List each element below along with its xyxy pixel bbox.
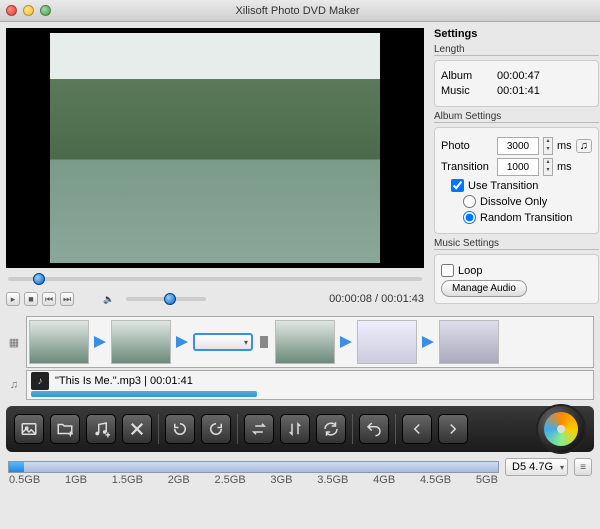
manage-audio-button[interactable]: Manage Audio [441, 280, 527, 297]
transition-icon[interactable] [419, 320, 437, 364]
svg-text:+: + [68, 430, 73, 439]
transition-stepper[interactable]: ▴▾ [543, 158, 553, 176]
audio-strip-icon: ♫ [6, 379, 22, 391]
thumbnail-selected[interactable] [193, 333, 253, 351]
dissolve-only-radio[interactable] [463, 195, 476, 208]
thumbnail[interactable] [111, 320, 171, 364]
more-options-button[interactable]: ≡ [574, 458, 592, 476]
close-window-button[interactable] [6, 5, 17, 16]
refresh-button[interactable] [316, 414, 346, 444]
add-music-button[interactable]: + [86, 414, 116, 444]
move-right-button[interactable] [438, 414, 468, 444]
thumbnail[interactable] [275, 320, 335, 364]
transition-icon[interactable] [255, 320, 273, 364]
swap-button[interactable] [244, 414, 274, 444]
audio-duration-bar [31, 391, 257, 397]
play-button[interactable]: ▸ [6, 292, 20, 306]
usage-ticks: 0.5GB1GB1.5GB2GB2.5GB3GB3.5GB4GB4.5GB5GB [9, 474, 498, 486]
music-length-value: 00:01:41 [497, 85, 592, 97]
loop-label: Loop [458, 265, 482, 277]
move-left-button[interactable] [402, 414, 432, 444]
undo-button[interactable] [359, 414, 389, 444]
audio-filename: "This Is Me.".mp3 | 00:01:41 [55, 375, 193, 387]
thumbnail[interactable] [29, 320, 89, 364]
minimize-window-button[interactable] [23, 5, 34, 16]
audio-file-icon: ♪ [31, 372, 49, 390]
mute-button[interactable]: 🔈 [102, 292, 116, 306]
music-note-icon[interactable]: ♫ [576, 139, 592, 153]
dissolve-only-label: Dissolve Only [480, 196, 547, 208]
settings-heading: Settings [434, 28, 599, 40]
music-length-label: Music [441, 85, 493, 97]
sort-button[interactable] [280, 414, 310, 444]
toolbar: + + [6, 406, 594, 452]
album-settings-label: Album Settings [434, 111, 599, 123]
delete-button[interactable] [122, 414, 152, 444]
add-photo-button[interactable] [14, 414, 44, 444]
transition-duration-input[interactable] [497, 158, 539, 176]
next-button[interactable]: ⏭ [60, 292, 74, 306]
prev-button[interactable]: ⏮ [42, 292, 56, 306]
svg-text:+: + [106, 430, 111, 438]
loop-checkbox[interactable] [441, 264, 454, 277]
stop-button[interactable]: ■ [24, 292, 38, 306]
video-preview [6, 28, 424, 268]
photo-duration-input[interactable] [497, 137, 539, 155]
use-transition-checkbox[interactable] [451, 179, 464, 192]
volume-slider[interactable] [126, 297, 206, 301]
transition-icon[interactable] [337, 320, 355, 364]
thumbnail[interactable] [357, 320, 417, 364]
ms-label: ms [557, 140, 572, 152]
titlebar: Xilisoft Photo DVD Maker [0, 0, 600, 22]
rotate-cw-button[interactable] [201, 414, 231, 444]
ms-label-2: ms [557, 161, 572, 173]
disc-usage-bar: 0.5GB1GB1.5GB2GB2.5GB3GB3.5GB4GB4.5GB5GB [8, 461, 499, 473]
music-settings-label: Music Settings [434, 238, 599, 250]
thumbnail[interactable] [439, 320, 499, 364]
photo-stepper[interactable]: ▴▾ [543, 137, 553, 155]
rotate-ccw-button[interactable] [165, 414, 195, 444]
use-transition-label: Use Transition [468, 180, 538, 192]
photo-timeline[interactable] [26, 316, 594, 368]
photo-strip-icon: ▦ [6, 336, 22, 349]
transition-icon[interactable] [173, 320, 191, 364]
random-transition-label: Random Transition [480, 212, 572, 224]
album-length-value: 00:00:47 [497, 70, 592, 82]
album-length-label: Album [441, 70, 493, 82]
random-transition-radio[interactable] [463, 211, 476, 224]
burn-disc-button[interactable] [536, 404, 586, 454]
add-folder-button[interactable]: + [50, 414, 80, 444]
transition-icon[interactable] [91, 320, 109, 364]
disc-type-select[interactable]: D5 4.7G [505, 458, 568, 476]
window-title: Xilisoft Photo DVD Maker [51, 5, 544, 17]
seek-slider[interactable] [8, 277, 422, 281]
audio-timeline[interactable]: ♪ "This Is Me.".mp3 | 00:01:41 [26, 370, 594, 400]
zoom-window-button[interactable] [40, 5, 51, 16]
photo-duration-label: Photo [441, 140, 493, 152]
timecode: 00:00:08 / 00:01:43 [329, 293, 424, 305]
length-group-label: Length [434, 44, 599, 56]
transition-duration-label: Transition [441, 161, 493, 173]
